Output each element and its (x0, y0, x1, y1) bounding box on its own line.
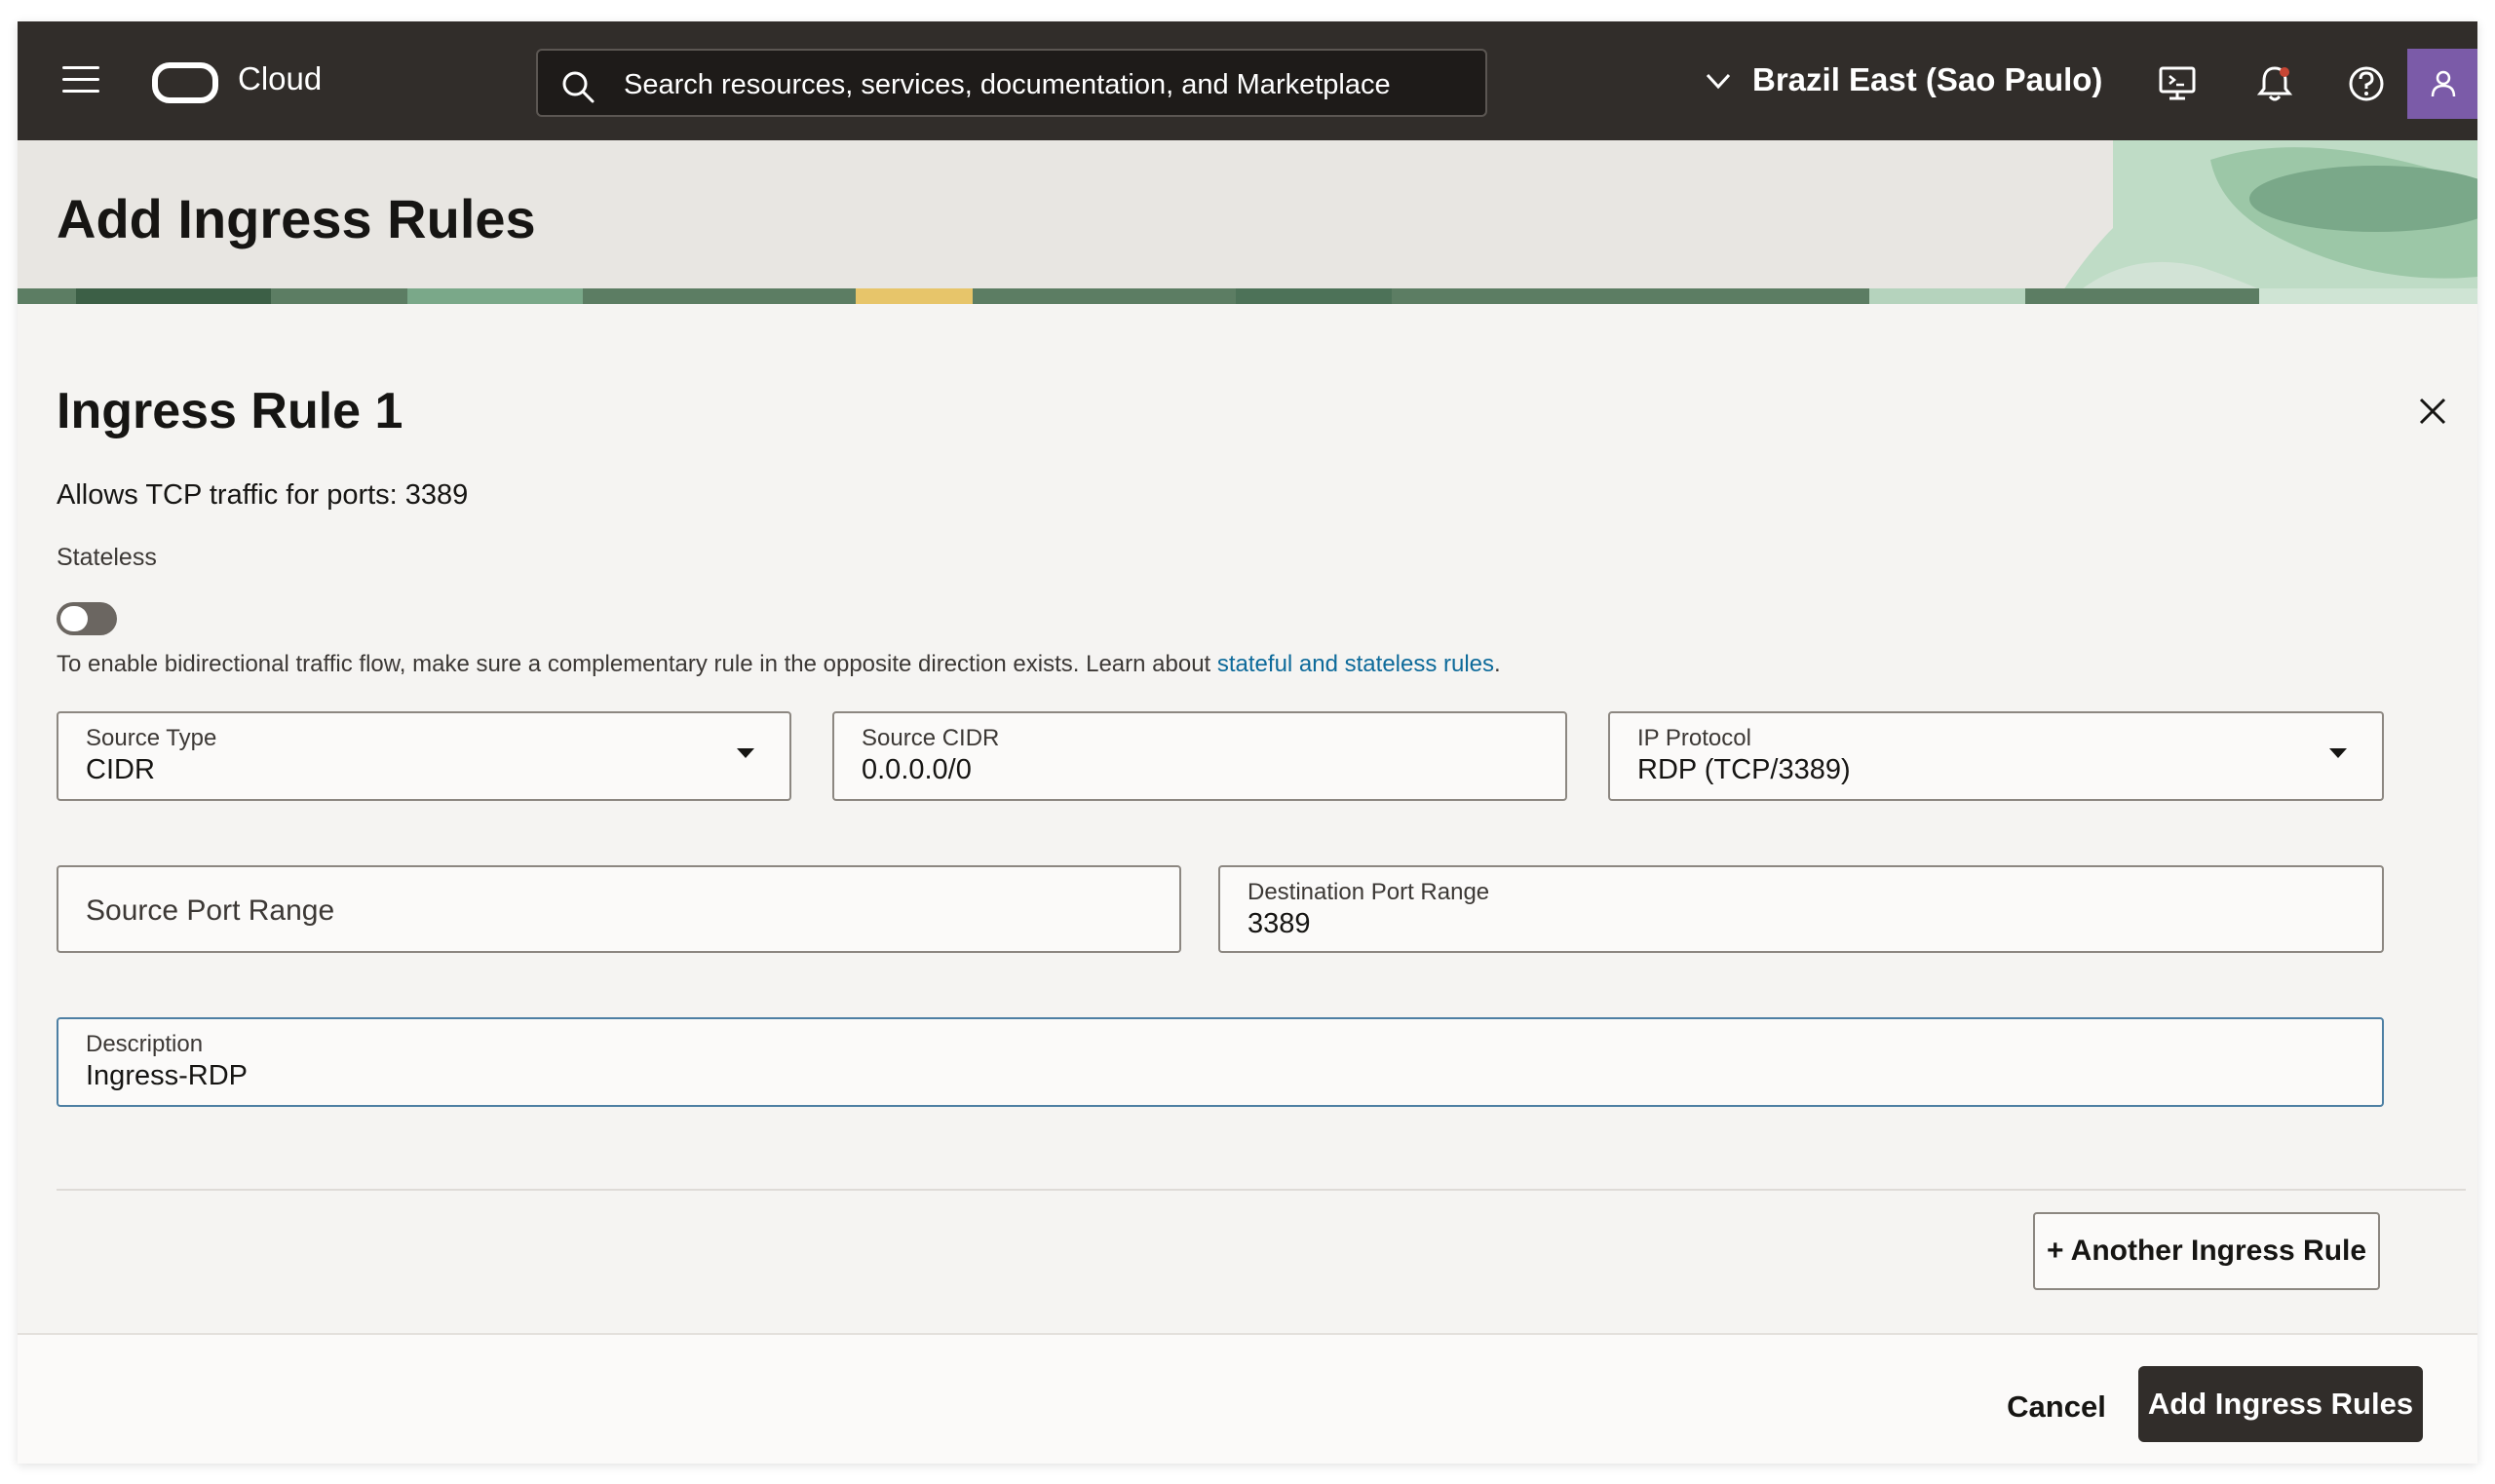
app-window: Cloud Search resources, services, docume… (18, 21, 2477, 1464)
source-cidr-value: 0.0.0.0/0 (862, 754, 972, 785)
help-text-body: To enable bidirectional traffic flow, ma… (57, 651, 1217, 677)
source-cidr-input[interactable]: Source CIDR 0.0.0.0/0 (832, 711, 1567, 801)
help-text-suffix: . (1494, 651, 1501, 677)
form-footer: Cancel Add Ingress Rules (18, 1333, 2477, 1464)
rule-summary: Allows TCP traffic for ports: 3389 (57, 479, 469, 511)
search-icon (562, 71, 595, 103)
brand-label[interactable]: Cloud (238, 60, 322, 97)
avatar[interactable] (2407, 49, 2477, 119)
destination-port-range-value: 3389 (1248, 908, 1311, 939)
divider (57, 1189, 2466, 1191)
source-type-value: CIDR (86, 754, 155, 785)
add-ingress-rules-button[interactable]: Add Ingress Rules (2138, 1366, 2423, 1442)
stateless-toggle[interactable] (57, 602, 117, 635)
cloud-shell-icon[interactable] (2158, 64, 2197, 103)
source-type-label: Source Type (86, 725, 217, 751)
ip-protocol-value: RDP (TCP/3389) (1637, 754, 1851, 785)
destination-port-range-input[interactable]: Destination Port Range 3389 (1218, 865, 2384, 953)
ip-protocol-select[interactable]: IP Protocol RDP (TCP/3389) (1608, 711, 2384, 801)
stateful-stateless-link[interactable]: stateful and stateless rules (1217, 651, 1494, 677)
description-value: Ingress-RDP (86, 1060, 248, 1091)
description-input[interactable]: Description Ingress-RDP (57, 1017, 2384, 1107)
stateless-label: Stateless (57, 544, 157, 571)
caret-down-icon (2329, 748, 2347, 758)
search-placeholder: Search resources, services, documentatio… (624, 69, 1391, 100)
oracle-logo-icon[interactable] (152, 62, 218, 103)
page-title: Add Ingress Rules (57, 188, 536, 249)
page-header: Add Ingress Rules (18, 140, 2477, 304)
region-label: Brazil East (Sao Paulo) (1752, 61, 2103, 97)
bell-icon[interactable] (2255, 64, 2294, 103)
source-port-range-input[interactable]: Source Port Range (57, 865, 1181, 953)
ip-protocol-label: IP Protocol (1637, 725, 1751, 751)
source-port-range-label: Source Port Range (86, 894, 335, 927)
help-icon[interactable] (2347, 64, 2386, 103)
search-input[interactable]: Search resources, services, documentatio… (536, 49, 1487, 117)
ingress-rule-form: Ingress Rule 1 Allows TCP traffic for po… (18, 304, 2477, 1339)
stateless-help-text: To enable bidirectional traffic flow, ma… (57, 651, 1501, 678)
rule-title: Ingress Rule 1 (57, 383, 403, 439)
toggle-knob (60, 606, 88, 631)
add-another-ingress-rule-button[interactable]: + Another Ingress Rule (2033, 1212, 2380, 1290)
close-icon[interactable] (2415, 394, 2450, 429)
menu-icon[interactable] (62, 66, 99, 95)
source-cidr-label: Source CIDR (862, 725, 1000, 751)
user-icon (2431, 70, 2456, 97)
chevron-down-icon (1706, 73, 1731, 90)
region-selector[interactable]: Brazil East (Sao Paulo) (1702, 57, 2102, 103)
destination-port-range-label: Destination Port Range (1248, 879, 1490, 905)
cancel-button[interactable]: Cancel (1984, 1370, 2129, 1444)
description-label: Description (86, 1031, 204, 1057)
source-type-select[interactable]: Source Type CIDR (57, 711, 791, 801)
top-bar: Cloud Search resources, services, docume… (18, 21, 2477, 140)
caret-down-icon (737, 748, 754, 758)
